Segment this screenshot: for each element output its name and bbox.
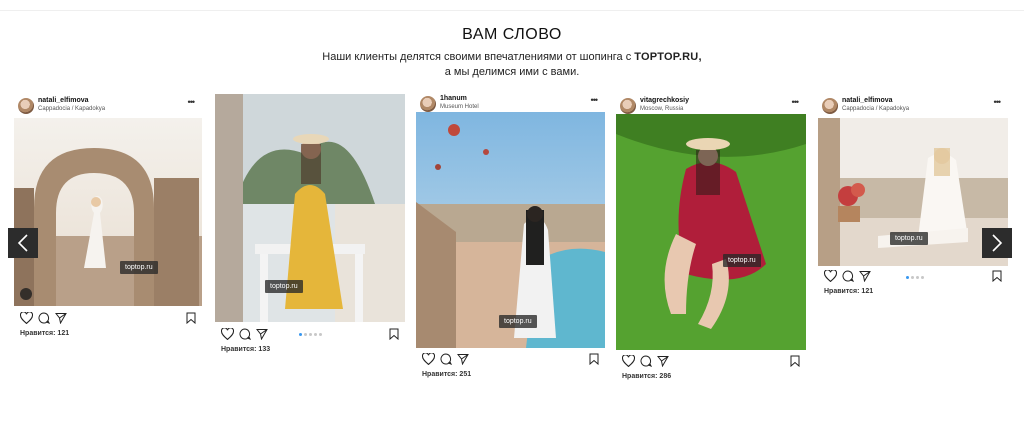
post-username[interactable]: natali_elfimova — [842, 97, 893, 104]
more-options-icon[interactable]: ••• — [591, 95, 599, 105]
post-photo[interactable]: toptop.ru — [818, 118, 1008, 266]
post-actions — [215, 328, 405, 344]
likes-count: Нравится: 121 — [20, 330, 70, 337]
post-actions — [14, 312, 202, 328]
instagram-post-card-3[interactable]: 1hanum Museum Hotel ••• toptop.ru Нравит… — [416, 92, 605, 382]
subtitle-brand: TOPTOP.RU, — [634, 51, 702, 63]
comment-icon[interactable] — [440, 353, 452, 365]
post-location[interactable]: Cappadocia / Kapadokya — [38, 106, 105, 112]
likes-count: Нравится: 251 — [422, 371, 472, 378]
share-icon[interactable] — [256, 328, 268, 340]
instagram-post-card-2[interactable]: toptop.ru Нравится: 133 — [215, 94, 405, 356]
watermark-label: toptop.ru — [120, 261, 158, 274]
instagram-post-card-1[interactable]: natali_elfimova Cappadocia / Kapadokya •… — [14, 94, 202, 344]
section-title: ВАМ СЛОВО — [462, 26, 562, 43]
likes-count: Нравится: 286 — [622, 373, 672, 380]
top-divider — [0, 10, 1024, 11]
post-photo[interactable]: toptop.ru — [416, 112, 605, 348]
comment-icon[interactable] — [640, 355, 652, 367]
post-header: natali_elfimova Cappadocia / Kapadokya •… — [818, 94, 1008, 118]
post-location[interactable]: Cappadocia / Kapadokya — [842, 106, 909, 112]
share-icon[interactable] — [457, 353, 469, 365]
bookmark-icon[interactable] — [790, 355, 800, 367]
post-location[interactable]: Moscow, Russia — [640, 106, 683, 112]
share-icon[interactable] — [55, 312, 67, 324]
more-options-icon[interactable]: ••• — [994, 97, 1002, 107]
heart-icon[interactable] — [824, 270, 837, 282]
carousel-pager — [299, 333, 322, 336]
post-actions — [416, 353, 605, 369]
carousel-pager — [906, 276, 924, 279]
post-photo[interactable]: toptop.ru — [616, 114, 806, 350]
post-photo[interactable]: toptop.ru — [215, 94, 405, 322]
subtitle-line1: Наши клиенты делятся своими впечатлениям… — [322, 51, 632, 63]
comment-icon[interactable] — [842, 270, 854, 282]
heart-icon[interactable] — [221, 328, 234, 340]
user-avatar[interactable] — [420, 96, 436, 112]
photo-image — [616, 114, 806, 350]
chevron-left-icon — [17, 234, 28, 252]
user-avatar[interactable] — [18, 98, 34, 114]
heart-icon[interactable] — [422, 353, 435, 365]
post-actions — [616, 355, 806, 371]
watermark-label: toptop.ru — [499, 315, 537, 328]
bookmark-icon[interactable] — [389, 328, 399, 340]
likes-count: Нравится: 121 — [824, 288, 874, 295]
photo-image — [14, 118, 202, 306]
instagram-post-card-5[interactable]: natali_elfimova Cappadocia / Kapadokya •… — [818, 94, 1008, 304]
user-avatar[interactable] — [620, 98, 636, 114]
watermark-label: toptop.ru — [723, 254, 761, 267]
post-location[interactable]: Museum Hotel — [440, 104, 479, 110]
tagged-user-icon[interactable] — [20, 288, 32, 300]
section-subtitle: Наши клиенты делятся своими впечатлениям… — [0, 50, 1024, 80]
user-avatar[interactable] — [822, 98, 838, 114]
bookmark-icon[interactable] — [992, 270, 1002, 282]
heart-icon[interactable] — [622, 355, 635, 367]
likes-count: Нравится: 133 — [221, 346, 271, 353]
comment-icon[interactable] — [239, 328, 251, 340]
heart-icon[interactable] — [20, 312, 33, 324]
post-username[interactable]: 1hanum — [440, 95, 467, 102]
photo-image — [416, 112, 605, 348]
post-photo[interactable]: toptop.ru — [14, 118, 202, 306]
more-options-icon[interactable]: ••• — [792, 97, 800, 107]
subtitle-line2: а мы делимся ими с вами. — [444, 66, 580, 78]
bookmark-icon[interactable] — [589, 353, 599, 365]
photo-image — [215, 94, 405, 322]
share-icon[interactable] — [859, 270, 871, 282]
post-header: natali_elfimova Cappadocia / Kapadokya •… — [14, 94, 202, 118]
more-options-icon[interactable]: ••• — [188, 97, 196, 107]
watermark-label: toptop.ru — [890, 232, 928, 245]
carousel-next-button[interactable] — [982, 228, 1012, 258]
carousel-prev-button[interactable] — [8, 228, 38, 258]
chevron-right-icon — [992, 234, 1003, 252]
comment-icon[interactable] — [38, 312, 50, 324]
instagram-post-card-4[interactable]: vitagrechkosiy Moscow, Russia ••• toptop… — [616, 94, 806, 384]
share-icon[interactable] — [657, 355, 669, 367]
bookmark-icon[interactable] — [186, 312, 196, 324]
post-username[interactable]: vitagrechkosiy — [640, 97, 689, 104]
post-username[interactable]: natali_elfimova — [38, 97, 89, 104]
watermark-label: toptop.ru — [265, 280, 303, 293]
